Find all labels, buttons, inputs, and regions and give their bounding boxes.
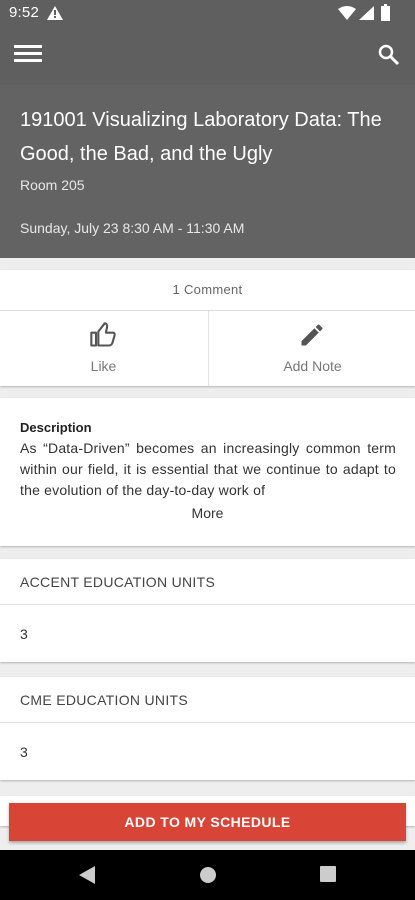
thumbs-up-icon: [90, 322, 116, 347]
add-note-button[interactable]: Add Note: [208, 311, 415, 386]
actions-card: Like Add Note: [0, 311, 415, 386]
app-bar: [0, 27, 415, 85]
signal-icon: [359, 6, 374, 20]
pencil-icon: [301, 324, 323, 346]
accent-units-value: 3: [20, 626, 28, 642]
search-icon: [378, 44, 400, 66]
more-link[interactable]: More: [0, 505, 415, 521]
add-note-label: Add Note: [283, 358, 342, 374]
cme-units-value: 3: [20, 744, 28, 760]
session-datetime: Sunday, July 23 8:30 AM - 11:30 AM: [20, 220, 245, 236]
description-heading: Description: [20, 420, 92, 435]
search-button[interactable]: [377, 43, 403, 69]
hamburger-menu-icon: [14, 45, 42, 62]
accent-units-heading: ACCENT EDUCATION UNITS: [20, 574, 216, 590]
wifi-icon: [338, 6, 356, 20]
comments-count[interactable]: 1 Comment: [0, 282, 415, 297]
system-nav-bar: [0, 850, 415, 900]
battery-icon: [381, 4, 390, 21]
description-text: As “Data-Driven” becomes an increasingly…: [20, 440, 396, 498]
add-to-schedule-button[interactable]: ADD TO MY SCHEDULE: [9, 803, 406, 841]
session-title: 191001 Visualizing Laboratory Data: The …: [20, 109, 382, 165]
session-room: Room 205: [20, 177, 85, 193]
divider: [0, 722, 415, 723]
comments-card[interactable]: 1 Comment: [0, 270, 415, 311]
home-icon[interactable]: [199, 866, 217, 884]
back-icon[interactable]: [79, 866, 95, 884]
status-time: 9:52: [9, 4, 39, 21]
accent-units-card: ACCENT EDUCATION UNITS 3: [0, 559, 415, 662]
like-button[interactable]: Like: [0, 311, 207, 386]
like-label: Like: [90, 358, 117, 374]
divider: [0, 604, 415, 605]
recents-icon[interactable]: [320, 866, 336, 882]
session-header: 191001 Visualizing Laboratory Data: The …: [0, 85, 415, 258]
status-bar: 9:52: [0, 0, 415, 27]
description-card: Description As “Data-Driven” becomes an …: [0, 398, 415, 546]
menu-button[interactable]: [14, 43, 44, 69]
cme-units-heading: CME EDUCATION UNITS: [20, 692, 188, 708]
cme-units-card: CME EDUCATION UNITS 3: [0, 677, 415, 780]
warning-icon: [47, 6, 63, 20]
